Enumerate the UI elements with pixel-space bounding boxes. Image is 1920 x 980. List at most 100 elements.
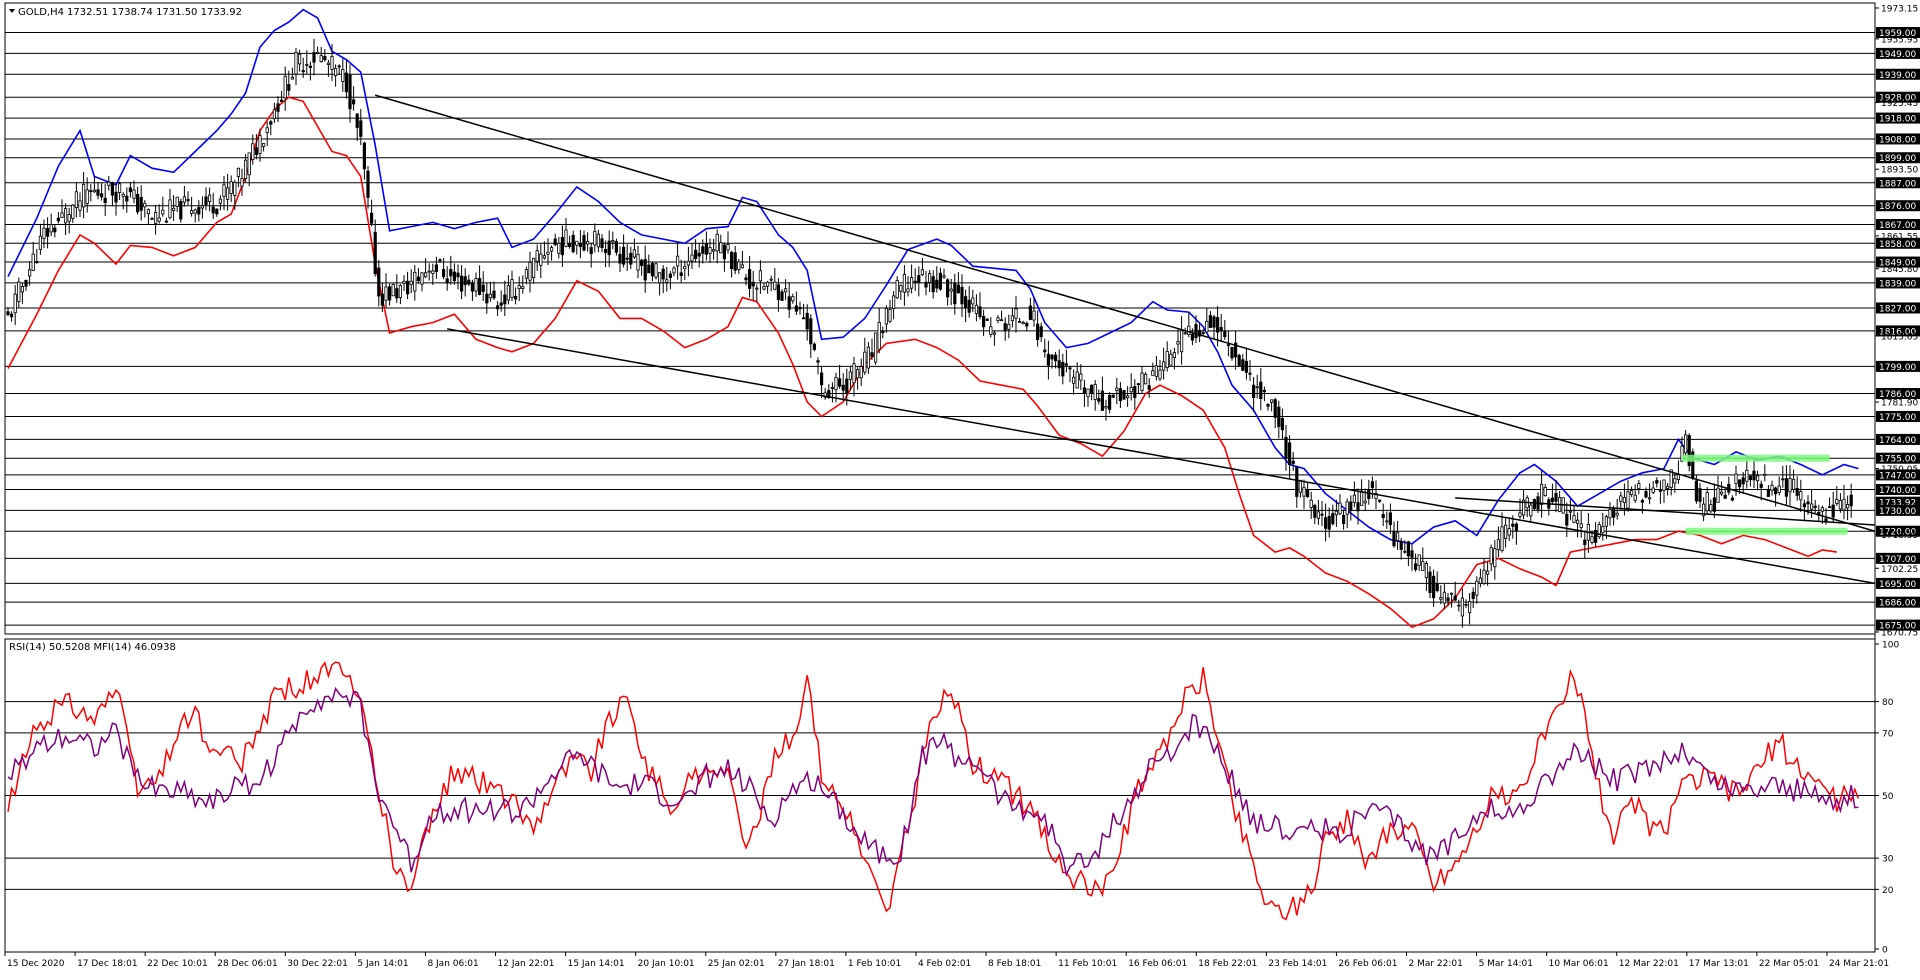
candle-body [276, 103, 280, 112]
price-scale-label: 1893.50 [1881, 166, 1918, 176]
candle-body [1655, 480, 1659, 484]
candle-body [1774, 487, 1778, 495]
candle-body [694, 249, 698, 260]
oscillator-scale-label: 30 [1882, 855, 1894, 865]
candle-body [1705, 492, 1709, 512]
candle-body [1039, 326, 1043, 338]
candle-body [1831, 504, 1835, 518]
candle-body [492, 290, 496, 299]
candle-body [769, 278, 773, 281]
candle-body [1460, 597, 1464, 617]
candle-body [348, 74, 352, 110]
candle-body [175, 196, 179, 207]
candle-body [1165, 351, 1169, 368]
candle-body [46, 228, 50, 237]
candle-body [888, 308, 892, 322]
candle-body [225, 187, 230, 200]
candle-body [377, 267, 381, 297]
candle-body [445, 278, 449, 284]
candle-body [1396, 532, 1400, 541]
candle-body [1162, 361, 1166, 371]
time-scale-label: 22 Mar 05:01 [1759, 959, 1819, 969]
candle-body [899, 285, 903, 292]
price-scale-label: 1908.00 [1879, 135, 1916, 145]
price-scale-label: 1695.00 [1879, 580, 1916, 590]
candle-body [384, 286, 388, 301]
candle-body [452, 271, 457, 282]
price-scale-label: 1799.00 [1879, 363, 1916, 373]
candle-body [1637, 483, 1641, 490]
candle-body [344, 72, 349, 93]
time-scale-label: 5 Jan 14:01 [357, 959, 408, 969]
candle-body [150, 218, 154, 220]
candle-body [1273, 399, 1277, 418]
price-scale-label: 1887.00 [1879, 179, 1916, 189]
candle-body [1741, 477, 1745, 485]
candle-body [1720, 491, 1724, 495]
candle-body [625, 257, 629, 260]
candle-body [848, 371, 853, 380]
candle-body [1054, 354, 1058, 362]
candle-body [287, 84, 291, 91]
candle-body [1385, 520, 1389, 523]
candle-body [643, 259, 647, 281]
price-scale-label: 1839.00 [1879, 279, 1916, 289]
candle-body [870, 352, 874, 357]
candle-body [1316, 511, 1320, 519]
candle-body [1356, 502, 1360, 512]
candle-body [434, 264, 439, 272]
time-scale-label: 8 Feb 18:01 [988, 959, 1041, 969]
candle-body [517, 285, 521, 290]
price-scale-label: 1925.45 [1881, 99, 1918, 109]
candle-body [1554, 493, 1558, 502]
candle-body [1097, 398, 1101, 402]
candle-body [1712, 497, 1716, 512]
price-scale-label: 1867.00 [1879, 221, 1916, 231]
candle-body [1345, 501, 1349, 515]
candle-body [1626, 491, 1630, 509]
candle-body [1496, 539, 1500, 551]
candle-body [892, 295, 896, 309]
candle-body [1187, 325, 1191, 336]
candle-body [1021, 322, 1025, 325]
oscillator-scale-label: 20 [1882, 886, 1894, 896]
candle-body [1176, 341, 1180, 345]
candle-body [1208, 315, 1212, 328]
candle-body [1604, 516, 1608, 527]
candle-body [53, 227, 57, 233]
candle-body [1709, 504, 1713, 512]
candle-body [82, 183, 86, 208]
candle-body [1514, 523, 1518, 531]
candle-body [477, 278, 482, 295]
time-scale-label: 26 Feb 06:01 [1338, 959, 1397, 969]
candle-body [1622, 496, 1626, 504]
candle-body [600, 238, 604, 249]
candle-body [1028, 305, 1032, 320]
candle-body [697, 252, 701, 257]
candle-body [946, 279, 950, 298]
price-scale-label: 1764.00 [1879, 436, 1916, 446]
candle-body [164, 220, 168, 223]
candle-body [1399, 540, 1403, 550]
candle-body [953, 282, 957, 305]
candle-body [1457, 604, 1461, 607]
candle-body [1792, 478, 1796, 491]
candle-body [1154, 365, 1158, 377]
candle-body [17, 281, 21, 302]
candle-body [913, 280, 917, 283]
candle-body [1486, 570, 1490, 575]
candle-body [704, 243, 709, 255]
candle-body [243, 159, 248, 180]
price-scale-label: 1939.00 [1879, 71, 1916, 81]
price-scale-label: 1755.00 [1879, 455, 1916, 465]
candle-body [503, 294, 507, 305]
price-scale-label: 1918.00 [1879, 115, 1916, 125]
candle-body [341, 69, 345, 82]
candle-body [560, 236, 565, 256]
candle-body [906, 288, 910, 293]
candle-body [938, 272, 943, 290]
time-scale-label: 20 Jan 10:01 [638, 959, 695, 969]
candle-body [1086, 388, 1090, 398]
candle-body [308, 65, 313, 68]
price-scale-label: 1747.00 [1879, 471, 1916, 481]
